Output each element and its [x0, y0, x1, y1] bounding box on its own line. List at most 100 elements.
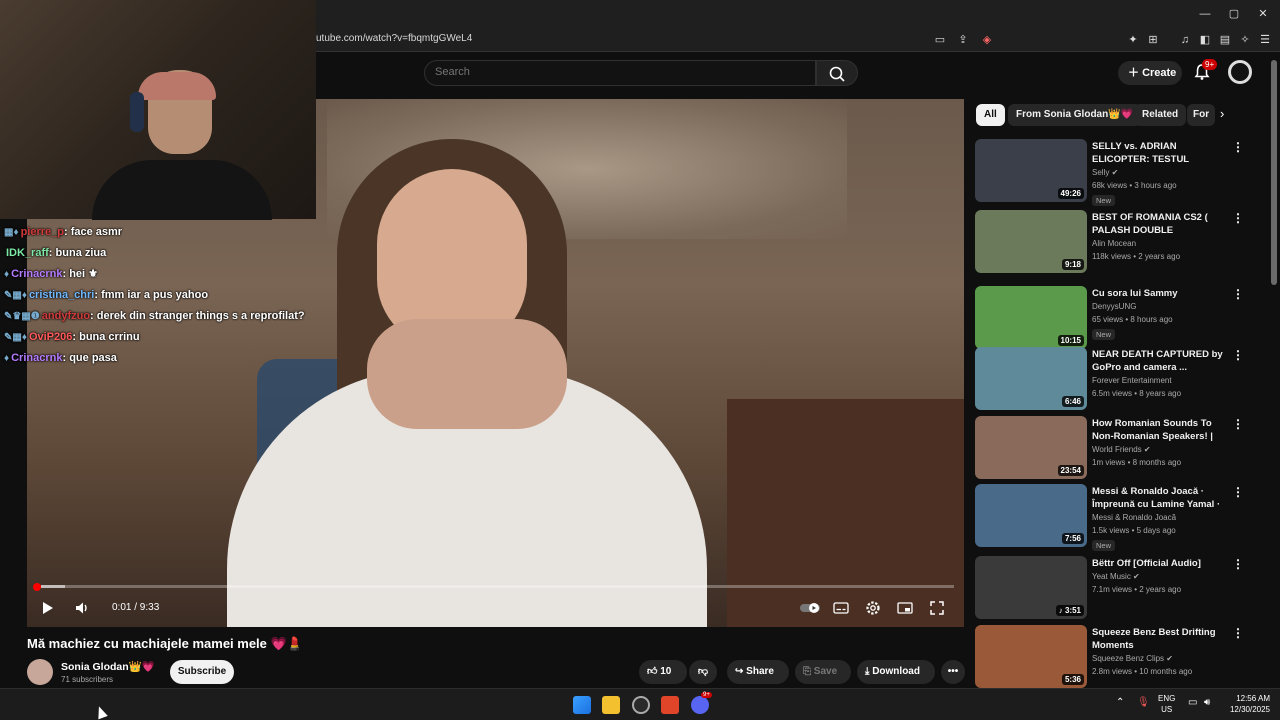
- more-options-icon[interactable]: ⋮: [1232, 417, 1244, 431]
- recommendation-meta: 118k views • 2 years ago: [1092, 252, 1181, 261]
- more-options-icon[interactable]: ⋮: [1232, 211, 1244, 225]
- cam-streamer-cap: [138, 72, 216, 100]
- video-thumbnail[interactable]: 23:54: [975, 416, 1087, 479]
- search-input[interactable]: [435, 66, 795, 78]
- subscribe-button[interactable]: Subscribe: [170, 660, 234, 684]
- autoplay-icon: [800, 603, 820, 613]
- brave-shield-icon[interactable]: ◈: [980, 33, 994, 47]
- play-button[interactable]: [39, 599, 57, 617]
- channel-avatar[interactable]: [27, 659, 53, 685]
- chat-message: ✎▦♦ cristina_chri: fmm iar a pus yahoo: [4, 289, 209, 301]
- video-thumbnail[interactable]: ♪ 3:51: [975, 556, 1087, 619]
- minimize-button[interactable]: —: [1196, 6, 1214, 22]
- chip-for-you[interactable]: For: [1187, 104, 1215, 126]
- clock[interactable]: 12:56 AM 12/30/2025: [1222, 693, 1270, 715]
- more-options-icon[interactable]: ⋮: [1232, 626, 1244, 640]
- recommendation-channel[interactable]: Messi & Ronaldo Joacă: [1092, 513, 1176, 522]
- chat-message: ✎▦♦ OviP206: buna crrinu: [4, 331, 140, 343]
- more-options-icon[interactable]: ⋮: [1232, 140, 1244, 154]
- recommendation-title[interactable]: Bëttr Off [Official Audio]: [1092, 557, 1228, 570]
- recommendation-title[interactable]: Squeeze Benz Best Drifting Moments: [1092, 626, 1228, 652]
- recommendation-channel[interactable]: Squeeze Benz Clips ✔: [1092, 654, 1173, 663]
- scrollbar[interactable]: [1271, 60, 1277, 285]
- volume-button[interactable]: [73, 599, 91, 617]
- chat-message: ♦ Crinacrnk: que pasa: [4, 352, 117, 364]
- media-icon[interactable]: ♫: [1178, 33, 1192, 47]
- video-thumbnail[interactable]: 10:15: [975, 286, 1087, 349]
- video-thumbnail[interactable]: 7:56: [975, 484, 1087, 547]
- search-box[interactable]: [424, 60, 816, 86]
- share-page-icon[interactable]: ⇪: [956, 33, 970, 47]
- file-explorer-icon[interactable]: [602, 696, 620, 714]
- cast-icon[interactable]: ▭: [933, 33, 947, 47]
- menu-icon[interactable]: ☰: [1258, 33, 1272, 47]
- recommendation-title[interactable]: SELLY vs. ADRIAN ELICOPTER: TESTUL POLIG…: [1092, 140, 1228, 167]
- volume-icon: [76, 602, 87, 614]
- extensions-icon[interactable]: ✦: [1126, 33, 1140, 47]
- new-badge: New: [1092, 329, 1116, 340]
- sidebar-icon[interactable]: ◧: [1198, 33, 1212, 47]
- recommendation-channel[interactable]: World Friends ✔: [1092, 445, 1151, 454]
- search-button[interactable]: [816, 60, 858, 86]
- recommendation-channel[interactable]: Alin Mocean: [1092, 239, 1136, 248]
- duration-badge: 6:46: [1061, 396, 1084, 407]
- miniplayer-button[interactable]: [896, 599, 914, 617]
- obs-icon[interactable]: [632, 696, 650, 714]
- recommendation-channel[interactable]: Yeat Music ✔: [1092, 572, 1140, 581]
- video-thumbnail[interactable]: 6:46: [975, 347, 1087, 410]
- brave-browser-icon[interactable]: [661, 696, 679, 714]
- input-language[interactable]: ENG US: [1158, 693, 1175, 715]
- tray-chevron-icon[interactable]: ⌃: [1116, 697, 1124, 708]
- account-avatar[interactable]: [1228, 60, 1252, 84]
- more-options-icon[interactable]: ⋮: [1232, 348, 1244, 362]
- maximize-button[interactable]: ▢: [1225, 6, 1243, 22]
- speaker-icon[interactable]: 🔊︎: [1204, 697, 1210, 708]
- tab-search-icon[interactable]: ⊞: [1146, 33, 1160, 47]
- more-options-icon[interactable]: ⋮: [1232, 485, 1244, 499]
- recommendation-title[interactable]: How Romanian Sounds To Non-Romanian Spea…: [1092, 417, 1228, 444]
- network-icon[interactable]: ▭: [1188, 697, 1197, 708]
- recommendation-channel[interactable]: DenyysUNG: [1092, 302, 1136, 311]
- video-thumbnail[interactable]: 5:36: [975, 625, 1087, 688]
- share-button[interactable]: ↪ Share: [727, 660, 789, 684]
- chat-username: Crinacrnk: [11, 352, 63, 364]
- dislike-button[interactable]: 👎︎: [689, 660, 717, 684]
- progress-bar[interactable]: [37, 585, 954, 588]
- scrubber-handle[interactable]: [33, 583, 41, 591]
- save-button[interactable]: ⎘ Save: [795, 660, 851, 684]
- recommendation-title[interactable]: BEST OF ROMANIA CS2 ( PALASH DOUBLE WALL…: [1092, 211, 1228, 238]
- like-button[interactable]: 👍︎ 10: [639, 660, 687, 684]
- fullscreen-button[interactable]: [928, 599, 946, 617]
- more-icon: •••: [947, 666, 959, 677]
- time-display: 0:01 / 9:33: [112, 602, 160, 613]
- recommendation-channel[interactable]: Forever Entertainment: [1092, 376, 1172, 385]
- address-bar[interactable]: utube.com/watch?v=fbqmtgGWeL4 ▭ ⇪ ◈ ✦ ⊞ …: [300, 28, 1280, 52]
- create-button[interactable]: ＋ Create: [1118, 61, 1182, 85]
- settings-button[interactable]: [864, 599, 882, 617]
- chip-all[interactable]: All: [976, 104, 1005, 126]
- windows-start-icon[interactable]: [573, 696, 591, 714]
- recommendation-title[interactable]: Cu sora lui Sammy: [1092, 287, 1228, 300]
- close-button[interactable]: ✕: [1254, 6, 1272, 22]
- recommendation-title[interactable]: NEAR DEATH CAPTURED by GoPro and camera …: [1092, 348, 1228, 374]
- autoplay-toggle[interactable]: [799, 599, 821, 617]
- url-text[interactable]: utube.com/watch?v=fbqmtgGWeL4: [316, 33, 472, 44]
- video-thumbnail[interactable]: 49:26: [975, 139, 1087, 202]
- discord-icon[interactable]: [691, 696, 709, 714]
- more-options-icon[interactable]: ⋮: [1232, 557, 1244, 571]
- more-options-icon[interactable]: ⋮: [1232, 287, 1244, 301]
- chip-from-channel[interactable]: From Sonia Glodan👑💗: [1008, 104, 1142, 126]
- recommendation-meta: 6.5m views • 8 years ago: [1092, 389, 1182, 398]
- recommendation-title[interactable]: Messi & Ronaldo Joacă · Împreună cu Lami…: [1092, 485, 1228, 512]
- leo-ai-icon[interactable]: ✧: [1238, 33, 1252, 47]
- microphone-icon[interactable]: 🎙︎: [1137, 697, 1150, 708]
- channel-name[interactable]: Sonia Glodan👑💗: [61, 660, 155, 673]
- video-thumbnail[interactable]: 9:18: [975, 210, 1087, 273]
- wallet-icon[interactable]: ▤: [1218, 33, 1232, 47]
- subtitles-button[interactable]: [832, 599, 850, 617]
- more-actions-button[interactable]: •••: [941, 660, 965, 684]
- recommendation-channel[interactable]: Selly ✔: [1092, 168, 1118, 177]
- download-button[interactable]: ⤓ Download: [857, 660, 935, 684]
- chevron-right-icon[interactable]: ›: [1220, 106, 1224, 121]
- chip-related[interactable]: Related: [1134, 104, 1187, 126]
